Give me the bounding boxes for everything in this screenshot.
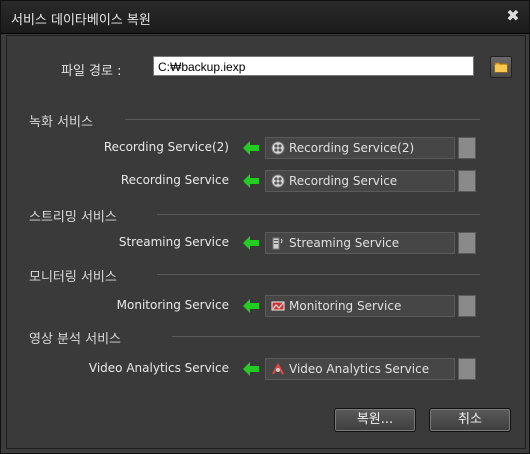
target-service-field[interactable]: Monitoring Service — [265, 295, 455, 317]
source-label: Monitoring Service — [116, 298, 229, 312]
title-bar[interactable]: 서비스 데이타베이스 복원 ✖ — [1, 1, 529, 34]
folder-icon — [494, 62, 508, 73]
target-label: Monitoring Service — [289, 299, 402, 313]
cancel-button[interactable]: 취소 — [429, 408, 511, 432]
green-arrow-left-icon — [243, 236, 259, 250]
section-divider — [172, 336, 480, 337]
restore-dialog: 서비스 데이타베이스 복원 ✖ 파일 경로 : C:₩backup.iexp 녹… — [0, 0, 530, 454]
window-title: 서비스 데이타베이스 복원 — [11, 13, 151, 28]
browse-button[interactable] — [490, 56, 512, 78]
target-select-button[interactable] — [458, 232, 476, 254]
target-label: Recording Service(2) — [289, 141, 415, 155]
source-label: Video Analytics Service — [88, 361, 229, 375]
green-arrow-left-icon — [243, 362, 259, 376]
streaming-server-icon — [272, 237, 283, 250]
source-label: Streaming Service — [118, 235, 229, 249]
section-title-video-analytics: 영상 분석 서비스 — [29, 332, 121, 347]
section-divider — [157, 274, 480, 275]
target-service-field[interactable]: Recording Service(2) — [265, 137, 455, 159]
source-label: Recording Service(2) — [103, 140, 229, 154]
target-label: Streaming Service — [289, 236, 400, 250]
file-path-input[interactable]: C:₩backup.iexp — [153, 56, 474, 76]
source-label: Recording Service — [120, 173, 229, 187]
restore-button[interactable]: 복원... — [334, 408, 416, 432]
target-label: Recording Service — [289, 174, 398, 188]
section-title-recording: 녹화 서비스 — [29, 115, 93, 130]
section-title-streaming: 스트리밍 서비스 — [29, 210, 117, 225]
section-title-monitoring: 모니터링 서비스 — [29, 270, 117, 285]
film-reel-icon — [271, 141, 285, 155]
green-arrow-left-icon — [243, 299, 259, 313]
file-path-label: 파일 경로 : — [61, 64, 122, 79]
target-select-button[interactable] — [458, 170, 476, 192]
section-divider — [125, 119, 480, 120]
target-label: Video Analytics Service — [289, 362, 430, 376]
analytics-icon — [272, 362, 284, 375]
dialog-content: 파일 경로 : C:₩backup.iexp 녹화 서비스 Recording … — [6, 35, 526, 449]
green-arrow-left-icon — [243, 174, 259, 188]
target-select-button[interactable] — [458, 295, 476, 317]
close-icon[interactable]: ✖ — [503, 6, 523, 26]
monitor-icon — [271, 301, 285, 311]
target-service-field[interactable]: Recording Service — [265, 170, 455, 192]
target-select-button[interactable] — [458, 137, 476, 159]
target-service-field[interactable]: Streaming Service — [265, 232, 455, 254]
green-arrow-left-icon — [243, 141, 259, 155]
film-reel-icon — [271, 174, 285, 188]
section-divider — [157, 214, 480, 215]
target-select-button[interactable] — [458, 358, 476, 380]
target-service-field[interactable]: Video Analytics Service — [265, 358, 455, 380]
